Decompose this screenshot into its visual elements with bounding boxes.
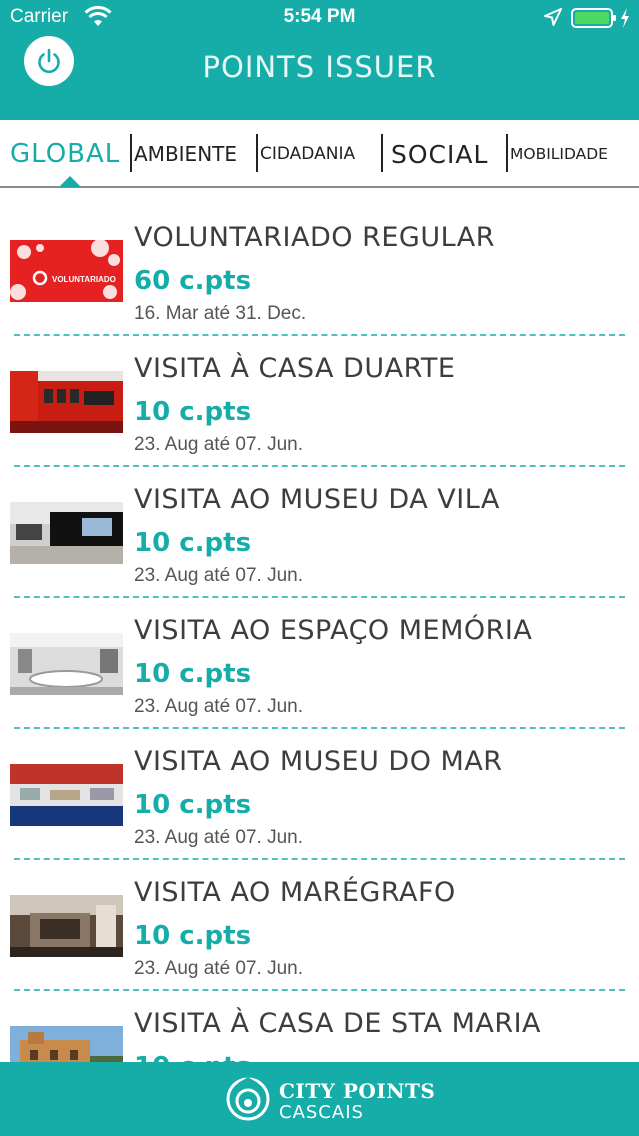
item-thumbnail: VOLUNTARIADO bbox=[10, 240, 123, 302]
tab-mobilidade[interactable]: MOBILIDADE bbox=[510, 134, 608, 174]
item-dates: 23. Aug até 07. Jun. bbox=[134, 696, 304, 717]
item-thumbnail bbox=[10, 895, 123, 957]
item-thumbnail bbox=[10, 502, 123, 564]
points-list: VOLUNTARIADO VOLUNTARIADO REGULAR 60 c.p… bbox=[0, 200, 639, 1062]
item-points: 10 c.pts bbox=[134, 790, 252, 820]
list-item[interactable]: VOLUNTARIADO VOLUNTARIADO REGULAR 60 c.p… bbox=[0, 200, 639, 331]
espaco-memoria-image bbox=[10, 633, 123, 695]
location-arrow-icon bbox=[544, 8, 562, 26]
list-item[interactable]: VISITA AO ESPAÇO MEMÓRIA 10 c.pts 23. Au… bbox=[0, 593, 639, 724]
tab-separator bbox=[506, 134, 508, 172]
casa-sta-maria-image bbox=[10, 1026, 123, 1062]
tab-ambiente[interactable]: AMBIENTE bbox=[134, 134, 237, 174]
tab-social[interactable]: SOCIAL bbox=[391, 134, 488, 174]
item-thumbnail bbox=[10, 633, 123, 695]
item-title: VISITA AO ESPAÇO MEMÓRIA bbox=[134, 615, 533, 646]
page-title: POINTS ISSUER bbox=[202, 50, 437, 84]
item-dates: 23. Aug até 07. Jun. bbox=[134, 827, 304, 848]
item-dates: 23. Aug até 07. Jun. bbox=[134, 565, 304, 586]
maregrafo-image bbox=[10, 895, 123, 957]
thumbnail-caption: VOLUNTARIADO bbox=[52, 275, 116, 284]
item-points: 10 c.pts bbox=[134, 528, 252, 558]
item-title: VISITA AO MUSEU DA VILA bbox=[134, 484, 500, 515]
tab-cidadania[interactable]: CIDADANIA bbox=[260, 134, 355, 174]
category-tabs: GLOBAL AMBIENTE CIDADANIA SOCIAL MOBILID… bbox=[0, 120, 639, 188]
item-thumbnail bbox=[10, 1026, 123, 1062]
item-points: 10 c.pts bbox=[134, 921, 252, 951]
museu-do-mar-image bbox=[10, 764, 123, 826]
item-thumbnail bbox=[10, 371, 123, 433]
footer-brand-line2: CASCAIS bbox=[279, 1102, 364, 1123]
item-title: VISITA À CASA DE STA MARIA bbox=[134, 1008, 542, 1039]
status-bar: Carrier 5:54 PM bbox=[0, 0, 639, 36]
list-item[interactable]: VISITA À CASA DE STA MARIA 10 c.pts bbox=[0, 986, 639, 1062]
city-points-logo-icon bbox=[226, 1077, 270, 1121]
tab-global[interactable]: GLOBAL bbox=[10, 134, 120, 174]
tab-separator bbox=[256, 134, 258, 172]
item-dates: 16. Mar até 31. Dec. bbox=[134, 303, 307, 324]
item-title: VISITA À CASA DUARTE bbox=[134, 353, 456, 384]
item-dates: 23. Aug até 07. Jun. bbox=[134, 434, 304, 455]
museu-da-vila-image bbox=[10, 502, 123, 564]
item-dates: 23. Aug até 07. Jun. bbox=[134, 958, 304, 979]
item-points: 10 c.pts bbox=[134, 397, 252, 427]
item-title: VISITA AO MUSEU DO MAR bbox=[134, 746, 503, 777]
casa-duarte-image bbox=[10, 371, 123, 433]
item-points: 10 c.pts bbox=[134, 659, 252, 689]
list-item[interactable]: VISITA AO MUSEU DA VILA 10 c.pts 23. Aug… bbox=[0, 462, 639, 593]
list-item[interactable]: VISITA AO MARÉGRAFO 10 c.pts 23. Aug até… bbox=[0, 855, 639, 986]
tab-separator bbox=[130, 134, 132, 172]
item-points: 60 c.pts bbox=[134, 266, 252, 296]
charging-bolt-icon bbox=[621, 8, 629, 28]
volunteer-logo-image: VOLUNTARIADO bbox=[10, 240, 123, 302]
list-item[interactable]: VISITA À CASA DUARTE 10 c.pts 23. Aug at… bbox=[0, 331, 639, 462]
footer-brand-line1: CITY POINTS bbox=[279, 1079, 436, 1103]
item-title: VOLUNTARIADO REGULAR bbox=[134, 222, 495, 253]
app-header: Carrier 5:54 PM POINTS ISSUER bbox=[0, 0, 639, 120]
list-item[interactable]: VISITA AO MUSEU DO MAR 10 c.pts 23. Aug … bbox=[0, 724, 639, 855]
item-thumbnail bbox=[10, 764, 123, 826]
item-points: 10 c.pts bbox=[134, 1052, 251, 1062]
item-title: VISITA AO MARÉGRAFO bbox=[134, 877, 456, 908]
app-footer: CITY POINTS CASCAIS bbox=[0, 1062, 639, 1136]
active-tab-indicator bbox=[59, 176, 81, 187]
battery-icon bbox=[571, 8, 616, 28]
tab-separator bbox=[381, 134, 383, 172]
